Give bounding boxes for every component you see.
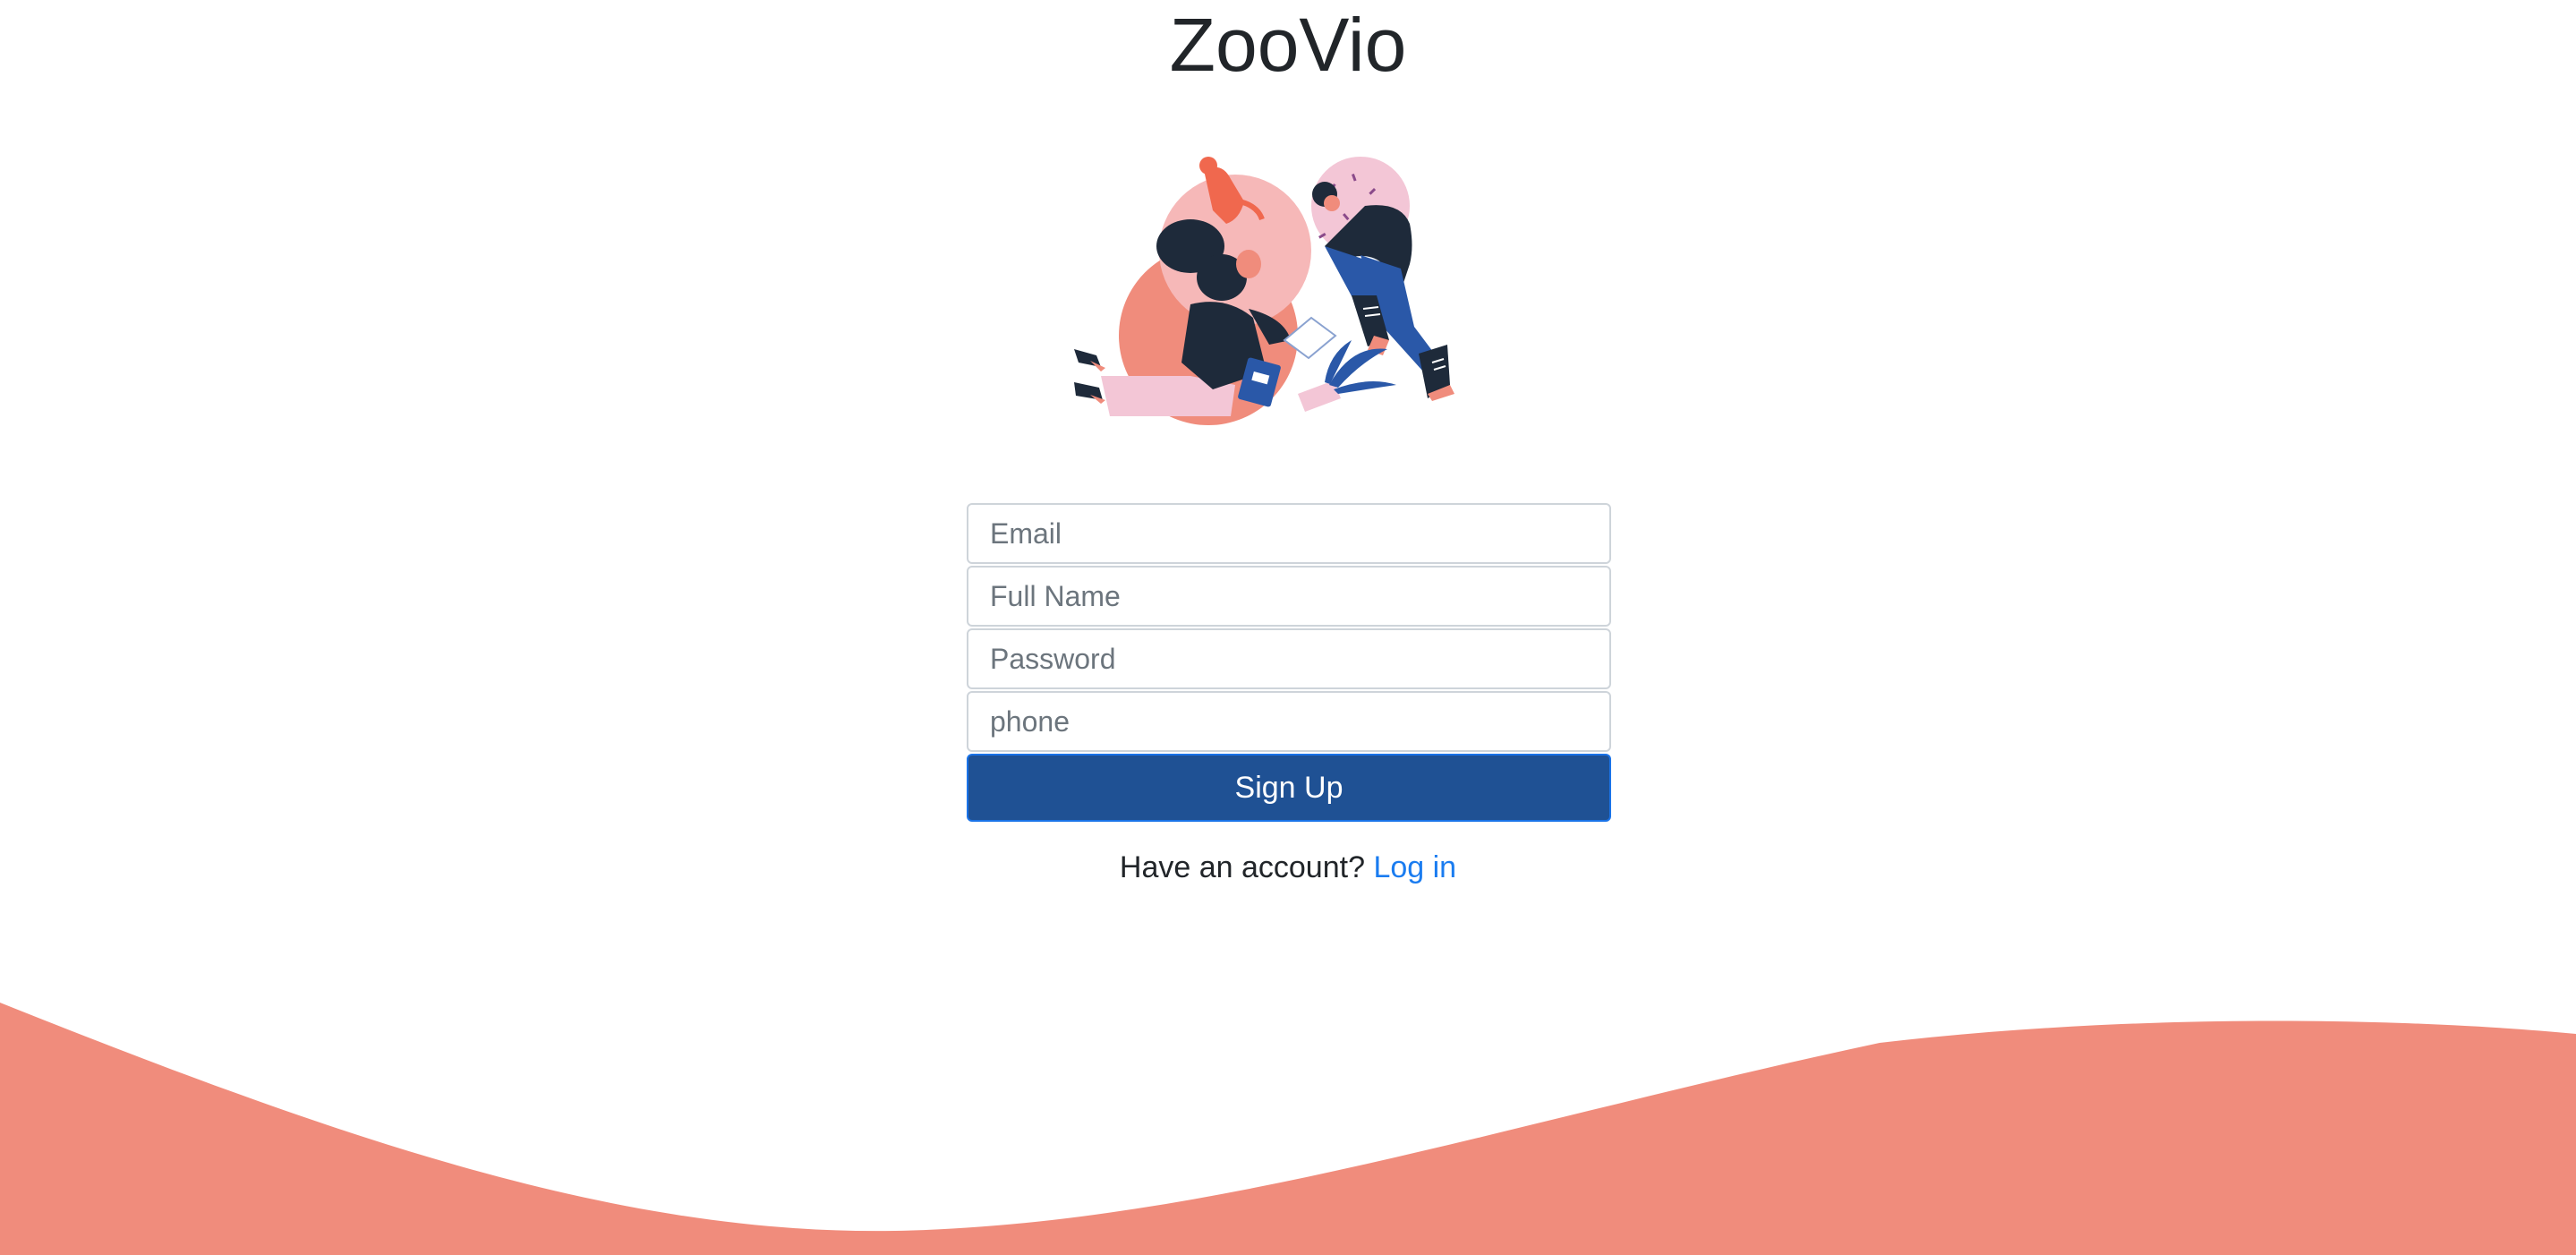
full-name-input[interactable] xyxy=(967,566,1611,627)
hero-illustration xyxy=(1074,157,1454,425)
sign-up-button[interactable]: Sign Up xyxy=(967,754,1611,822)
login-prompt: Have an account? Log in xyxy=(0,846,2576,889)
email-input[interactable] xyxy=(967,503,1611,564)
signup-page: ZooVio Email Full Name phone Sign Up Hav… xyxy=(0,0,2576,1255)
password-input[interactable] xyxy=(967,628,1611,689)
login-prompt-text: Have an account? xyxy=(1119,850,1365,884)
signup-form: Sign Up xyxy=(967,503,1611,822)
app-title: ZooVio xyxy=(1169,3,1407,87)
footer-wave xyxy=(0,1003,2576,1255)
phone-input[interactable] xyxy=(967,691,1611,752)
login-link[interactable]: Log in xyxy=(1373,850,1456,884)
